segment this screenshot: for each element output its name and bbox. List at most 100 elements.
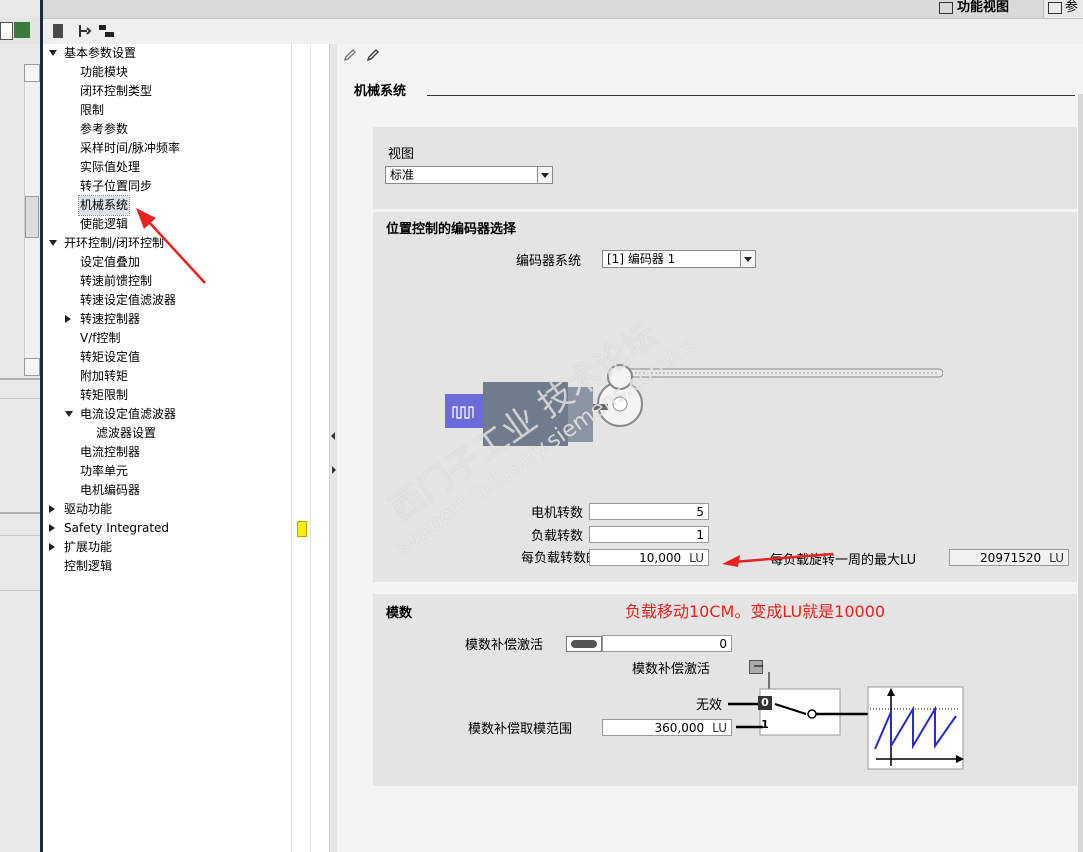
- view-select[interactable]: 标准: [385, 166, 553, 184]
- function-tree: 基本参数设置功能模块 闭环控制类型限制参考参数采样时间/脉冲频率 实际值处理转子位置…: [43, 44, 291, 852]
- tree-item-label: 扩展功能: [64, 540, 113, 554]
- annotation-arrow: [722, 552, 834, 567]
- encoder-label: 编码器系统: [516, 254, 582, 269]
- load-rev-input[interactable]: 1: [589, 526, 709, 543]
- modulo-activate-label-2: 模数补偿激活: [632, 662, 711, 677]
- expand-right-icon[interactable]: [332, 466, 336, 474]
- compare-icon[interactable]: [78, 24, 92, 38]
- right-scroll-edge[interactable]: [1078, 94, 1083, 852]
- tree-item[interactable]: 参考参数: [43, 120, 291, 139]
- tree-item-label: 实际值处理: [80, 160, 141, 174]
- tree-item-label: 电机编码器: [80, 483, 141, 497]
- save-icon[interactable]: [53, 24, 63, 38]
- expand-right-icon[interactable]: [49, 505, 55, 513]
- tree-item-label: 滤波器设置: [96, 426, 157, 440]
- modulo-activate-input[interactable]: 0: [602, 635, 732, 652]
- tree-item-label: 使能逻辑: [80, 217, 129, 231]
- motor-rev-label: 电机转数: [530, 506, 583, 521]
- tree-item-label: 驱动功能: [64, 502, 113, 516]
- expand-right-icon[interactable]: [49, 543, 55, 551]
- tree-item[interactable]: 闭环控制类型: [43, 82, 291, 101]
- expand-down-icon[interactable]: [49, 50, 57, 56]
- lu-per-rev-input[interactable]: 10,000 LU: [589, 549, 709, 566]
- tree-item[interactable]: 转速设定值滤波器: [43, 291, 291, 310]
- modulo-activate-label: 模数补偿激活: [465, 638, 544, 653]
- scrollbar-thumb[interactable]: [25, 196, 39, 238]
- modulo-range-label: 模数补偿取模范围: [468, 722, 573, 737]
- modulo-section-title: 模数: [386, 606, 413, 621]
- tree-item[interactable]: 采样时间/脉冲频率: [43, 139, 291, 158]
- tree-item-label: 控制逻辑: [64, 559, 113, 573]
- left-panel-strip: [0, 0, 40, 852]
- title-rule: [427, 95, 1075, 96]
- tree-item-label: 转矩限制: [80, 388, 129, 402]
- tab-function-view[interactable]: 功能视图: [939, 0, 1009, 18]
- tree-item[interactable]: 功能模块: [43, 63, 291, 82]
- max-lu-field: 20971520 LU: [949, 549, 1069, 566]
- motor-rev-input[interactable]: 5: [589, 503, 709, 520]
- tree-item[interactable]: 转速控制器: [43, 310, 291, 329]
- tree-item-label: 转速控制器: [80, 312, 141, 326]
- expand-down-icon[interactable]: [65, 411, 73, 417]
- tree-item[interactable]: 滤波器设置: [43, 424, 291, 443]
- tree-item[interactable]: 限制: [43, 101, 291, 120]
- tree-item-label: 参考参数: [80, 122, 129, 136]
- list-icon[interactable]: [0, 22, 13, 40]
- tree-item-label: 基本参数设置: [64, 46, 137, 60]
- modulo-panel: 模数 负载移动10CM。变成LU就是10000 模数补偿激活 0 模数补偿激活 …: [373, 594, 1077, 786]
- tree-item[interactable]: 转矩设定值: [43, 348, 291, 367]
- modulo-range-input[interactable]: 360,000 LU: [602, 719, 732, 736]
- tree-item[interactable]: 电流设定值滤波器: [43, 405, 291, 424]
- function-view-icon: [939, 1, 953, 14]
- expand-right-icon[interactable]: [65, 315, 71, 323]
- scroll-down-button[interactable]: [24, 358, 40, 376]
- tree-item[interactable]: 转子位置同步: [43, 177, 291, 196]
- encoder-select-value: [1] 编码器 1: [607, 252, 676, 266]
- scroll-up-button[interactable]: [24, 64, 40, 82]
- tree-item-label: 限制: [80, 103, 105, 117]
- tree-item[interactable]: 实际值处理: [43, 158, 291, 177]
- modulo-range-value: 360,000: [654, 721, 705, 735]
- tree-item-label: 功率单元: [80, 464, 129, 478]
- tree-status-column: [291, 44, 330, 852]
- table-icon[interactable]: [14, 22, 30, 38]
- load-rev-label: 负载转数: [530, 529, 583, 544]
- tree-item[interactable]: 附加转矩: [43, 367, 291, 386]
- tree-item[interactable]: 驱动功能: [43, 500, 291, 519]
- tree-item-label: 转速设定值滤波器: [80, 293, 177, 307]
- annotation-note: 负载移动10CM。变成LU就是10000: [625, 602, 886, 621]
- tree-item[interactable]: V/f控制: [43, 329, 291, 348]
- encoder-select[interactable]: [1] 编码器 1: [602, 250, 756, 268]
- tree-item[interactable]: 电机编码器: [43, 481, 291, 500]
- tree-item-label: 采样时间/脉冲频率: [80, 141, 181, 155]
- encoder-section-title: 位置控制的编码器选择: [386, 222, 517, 237]
- tree-item[interactable]: Safety Integrated: [43, 519, 291, 538]
- tree-item[interactable]: 控制逻辑: [43, 557, 291, 576]
- expand-down-icon[interactable]: [49, 240, 57, 246]
- chevron-down-icon[interactable]: [537, 167, 552, 183]
- tree-item[interactable]: 电流控制器: [43, 443, 291, 462]
- tree-item[interactable]: 转矩限制: [43, 386, 291, 405]
- tree-item-label: 转矩设定值: [80, 350, 141, 364]
- modulo-toggle[interactable]: [566, 636, 602, 652]
- tree-toolbar: [43, 19, 1083, 43]
- view-label: 视图: [388, 147, 415, 162]
- tree-item-label: 电流设定值滤波器: [80, 407, 177, 421]
- switch-input-1: 1: [761, 718, 769, 731]
- tree-item[interactable]: 基本参数设置: [43, 44, 291, 63]
- tree-item[interactable]: 扩展功能: [43, 538, 291, 557]
- view-panel: 视图 标准: [373, 127, 1077, 209]
- tab-params[interactable]: 参: [1043, 0, 1083, 18]
- lu-unit: LU: [689, 551, 704, 565]
- collapse-left-icon[interactable]: [331, 432, 335, 440]
- edit-pencil-alt-icon[interactable]: [366, 48, 380, 65]
- tree-item-label: 转子位置同步: [80, 179, 153, 193]
- warning-indicator: [297, 521, 307, 537]
- edit-pencil-icon[interactable]: [343, 48, 357, 65]
- chevron-down-icon[interactable]: [740, 251, 755, 267]
- structure-icon[interactable]: [99, 24, 114, 38]
- switch-input-0: 0: [758, 696, 772, 710]
- tree-item[interactable]: 功率单元: [43, 462, 291, 481]
- tree-item-label: Safety Integrated: [64, 521, 170, 535]
- expand-right-icon[interactable]: [49, 524, 55, 532]
